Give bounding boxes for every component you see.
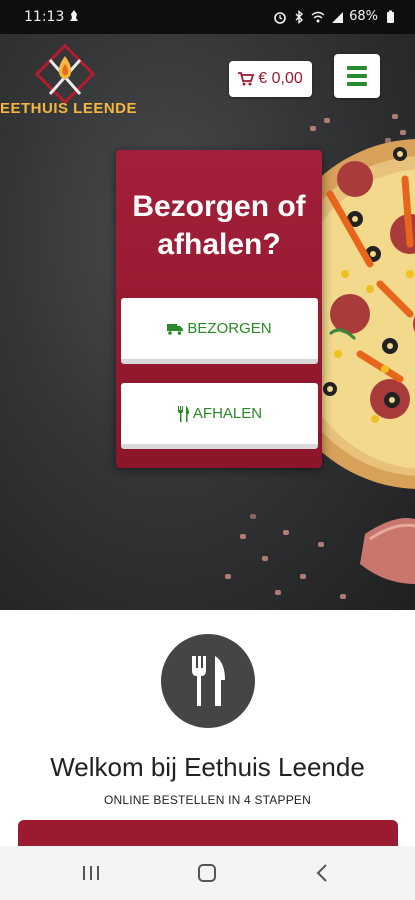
status-time: 11:13 — [24, 9, 65, 25]
bluetooth-icon — [295, 9, 304, 24]
cutlery-icon — [177, 405, 189, 422]
truck-icon — [167, 323, 184, 335]
status-bar: 11:13 68% — [0, 0, 415, 34]
status-icons: 68% — [273, 9, 397, 24]
hamburger-icon — [347, 66, 367, 70]
notification-icon — [70, 10, 78, 21]
cart-icon — [238, 72, 255, 86]
decor-speck — [275, 590, 281, 595]
pickup-label: AFHALEN — [192, 405, 263, 422]
decor-speck — [240, 534, 246, 539]
deliver-label: BEZORGEN — [187, 320, 272, 337]
decor-speck — [318, 542, 324, 547]
deliver-button[interactable]: BEZORGEN — [121, 298, 318, 364]
steps-subtitle: ONLINE BESTELLEN IN 4 STAPPEN — [104, 793, 311, 807]
wifi-icon — [311, 11, 325, 22]
alarm-icon — [274, 11, 286, 24]
decor-speck — [392, 114, 398, 119]
decor-speck — [340, 594, 346, 599]
decor-speck — [300, 574, 306, 579]
decor-speck — [324, 118, 330, 123]
battery-icon — [387, 10, 394, 23]
back-icon[interactable] — [310, 860, 336, 886]
home-icon[interactable] — [194, 860, 220, 886]
decor-speck — [250, 514, 256, 519]
hamburger-icon-bar — [347, 74, 367, 78]
fork-knife-icon — [192, 656, 225, 706]
welcome-heading: Welkom bij Eethuis Leende — [50, 752, 365, 782]
menu-button[interactable] — [334, 54, 380, 98]
hamburger-icon-bar — [347, 82, 367, 86]
cutlery-badge — [161, 634, 255, 728]
decor-speck — [225, 574, 231, 579]
order-type-dialog: Bezorgen of afhalen? BEZORGEN AFHALEN — [116, 150, 322, 468]
battery-percent: 68% — [349, 9, 378, 24]
ham-image — [360, 518, 415, 584]
recent-apps-icon[interactable] — [78, 860, 104, 886]
dialog-title: Bezorgen of afhalen? — [132, 190, 306, 261]
decor-speck — [283, 530, 289, 535]
hero-banner: EETHUIS LEENDE € 0,00 Bezorgen of afhale… — [0, 34, 415, 610]
pickup-button[interactable]: AFHALEN — [121, 383, 318, 449]
cart-total: € 0,00 — [258, 70, 303, 87]
decor-speck — [262, 556, 268, 561]
signal-icon — [332, 11, 344, 23]
brand-name: EETHUIS LEENDE — [0, 100, 138, 117]
cart-button[interactable]: € 0,00 — [229, 61, 312, 97]
system-nav-bar — [0, 846, 415, 900]
